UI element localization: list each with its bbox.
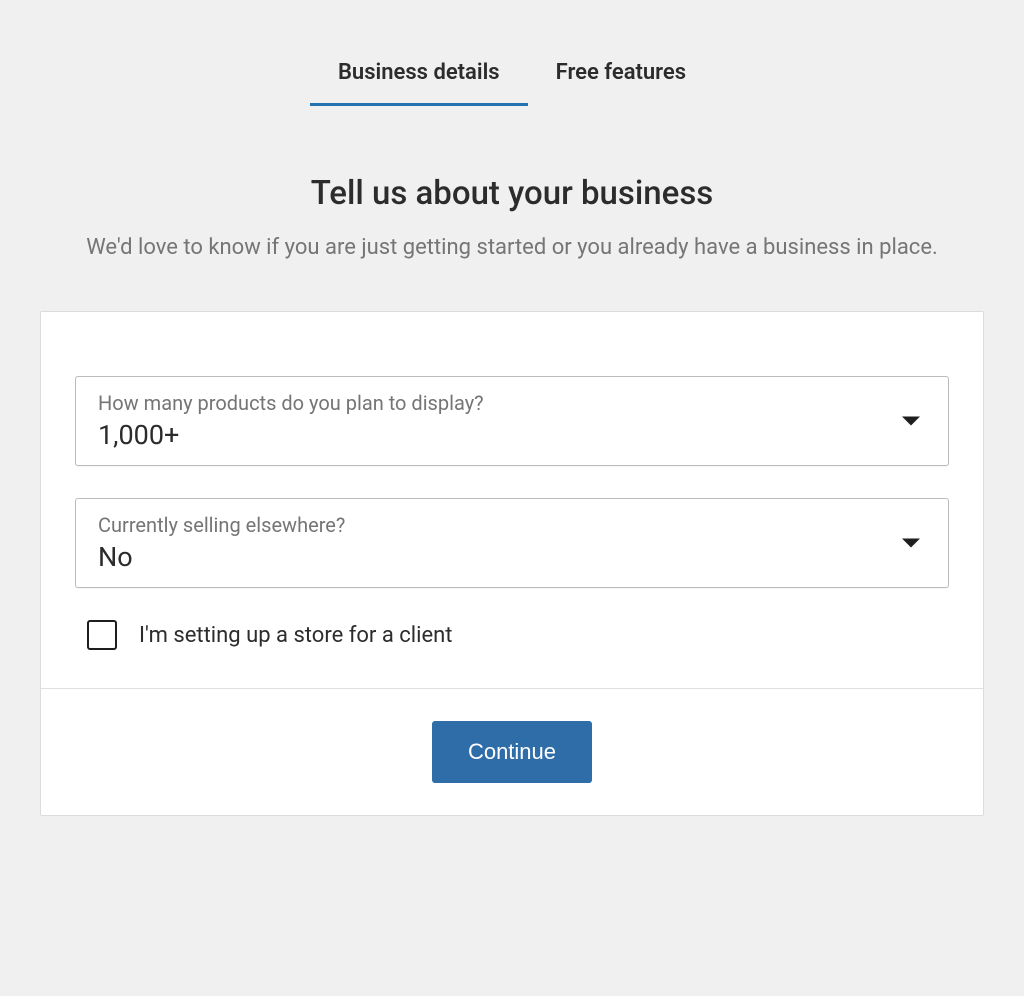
- page-title: Tell us about your business: [311, 174, 714, 213]
- chevron-down-icon: [902, 417, 920, 426]
- form-card: How many products do you plan to display…: [40, 311, 984, 816]
- page-subtitle: We'd love to know if you are just gettin…: [56, 231, 968, 265]
- selling-elsewhere-label: Currently selling elsewhere?: [98, 513, 898, 537]
- form-footer: Continue: [41, 688, 983, 815]
- product-count-select[interactable]: How many products do you plan to display…: [75, 376, 949, 466]
- onboarding-container: Business details Free features Tell us a…: [0, 0, 1024, 816]
- selling-elsewhere-value: No: [98, 541, 133, 573]
- form-body: How many products do you plan to display…: [41, 312, 983, 688]
- client-checkbox[interactable]: [87, 620, 117, 650]
- product-count-value: 1,000+: [98, 419, 179, 451]
- chevron-down-icon: [902, 539, 920, 548]
- selling-elsewhere-select[interactable]: Currently selling elsewhere? No: [75, 498, 949, 588]
- product-count-label: How many products do you plan to display…: [98, 391, 898, 415]
- client-checkbox-label: I'm setting up a store for a client: [139, 623, 452, 648]
- tab-business-details[interactable]: Business details: [310, 50, 528, 106]
- client-checkbox-row: I'm setting up a store for a client: [75, 620, 949, 650]
- continue-button[interactable]: Continue: [432, 721, 592, 783]
- wizard-tabs: Business details Free features: [310, 50, 714, 106]
- tab-free-features[interactable]: Free features: [528, 50, 714, 106]
